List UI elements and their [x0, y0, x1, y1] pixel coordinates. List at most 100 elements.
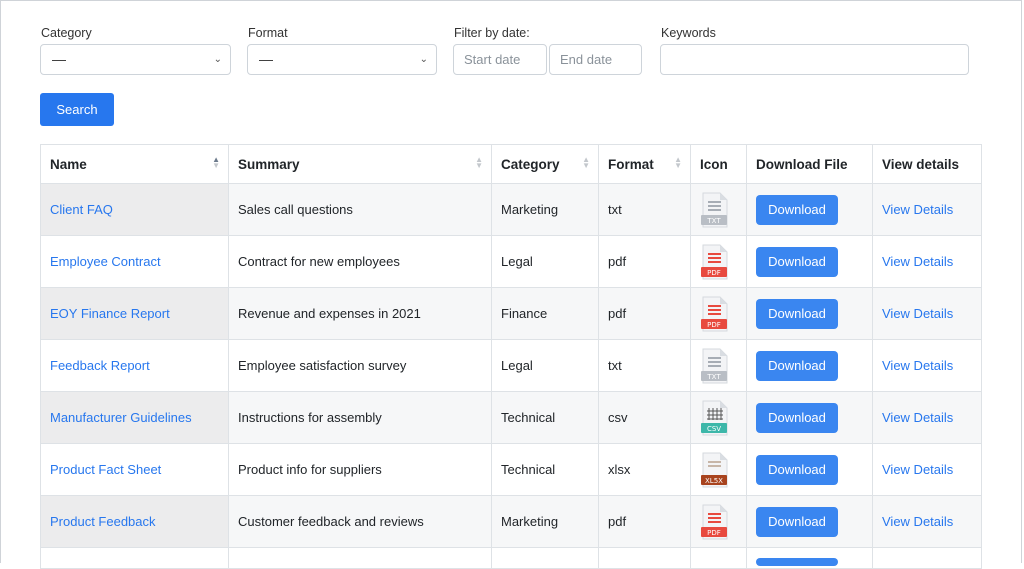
cell-icon	[690, 547, 747, 569]
column-header-summary[interactable]: Summary ▲ ▼	[228, 144, 492, 184]
view-details-link[interactable]: View Details	[882, 306, 953, 321]
table-row: Manufacturer Guidelines Instructions for …	[40, 391, 982, 444]
category-select-value: —	[52, 51, 66, 67]
document-name-link[interactable]: Product Feedback	[50, 514, 156, 529]
view-details-link[interactable]: View Details	[882, 254, 953, 269]
start-date-placeholder: Start date	[464, 52, 521, 67]
column-header-format[interactable]: Format ▲ ▼	[598, 144, 691, 184]
cell-summary: Customer feedback and reviews	[228, 495, 492, 548]
cell-format: csv	[598, 391, 691, 444]
keywords-input[interactable]	[660, 44, 969, 75]
cell-format: xlsx	[598, 443, 691, 496]
cell-icon: PDF	[690, 495, 747, 548]
cell-summary: Sales call questions	[228, 183, 492, 236]
cell-download: Download	[746, 235, 873, 288]
cell-format	[598, 547, 691, 569]
file-icon-label: PDF	[707, 321, 721, 329]
cell-name	[40, 547, 229, 569]
document-name-link[interactable]: Product Fact Sheet	[50, 462, 161, 477]
column-header-category[interactable]: Category ▲ ▼	[491, 144, 599, 184]
cell-download: Download	[746, 443, 873, 496]
cell-name: Feedback Report	[40, 339, 229, 392]
file-icon-label: XL5X	[705, 477, 723, 485]
txt-file-icon: TXT	[700, 348, 737, 384]
download-button[interactable]: Download	[756, 402, 838, 433]
pdf-file-icon: PDF	[700, 296, 737, 332]
download-button[interactable]: Download	[756, 246, 838, 277]
cell-details: View Details	[872, 495, 982, 548]
cell-icon: PDF	[690, 235, 747, 288]
table-row: Client FAQ Sales call questions Marketing t…	[40, 183, 982, 236]
cell-category	[491, 547, 599, 569]
cell-name: Manufacturer Guidelines	[40, 391, 229, 444]
cell-summary: Contract for new employees	[228, 235, 492, 288]
date-filter-label: Filter by date:	[454, 26, 530, 40]
table-header-row: Name ▲ ▼ Summary ▲ ▼ Category ▲ ▼ Format ▲ ▼…	[40, 144, 982, 184]
column-header-icon: Icon	[690, 144, 747, 184]
category-select[interactable]: — ⌄	[40, 44, 231, 75]
cell-details: View Details	[872, 235, 982, 288]
chevron-down-icon: ⌄	[213, 54, 222, 65]
view-details-link[interactable]: View Details	[882, 202, 953, 217]
search-button[interactable]: Search	[40, 93, 114, 126]
cell-category: Technical	[491, 443, 599, 496]
cell-format: txt	[598, 339, 691, 392]
sort-icon: ▲ ▼	[582, 155, 590, 170]
cell-format: pdf	[598, 235, 691, 288]
view-details-link[interactable]: View Details	[882, 358, 953, 373]
cell-format: txt	[598, 183, 691, 236]
txt-file-icon: TXT	[700, 192, 737, 228]
download-button[interactable]: Download	[756, 506, 838, 537]
download-button[interactable]: Download	[756, 454, 838, 485]
keywords-filter-label: Keywords	[661, 26, 716, 40]
documents-table: Name ▲ ▼ Summary ▲ ▼ Category ▲ ▼ Format ▲ ▼…	[40, 144, 982, 569]
column-header-category-label: Category	[501, 156, 560, 172]
document-name-link[interactable]: EOY Finance Report	[50, 306, 170, 321]
cell-download	[746, 547, 873, 569]
cell-summary: Revenue and expenses in 2021	[228, 287, 492, 340]
cell-summary: Instructions for assembly	[228, 391, 492, 444]
cell-download: Download	[746, 391, 873, 444]
column-header-name[interactable]: Name ▲ ▼	[40, 144, 229, 184]
document-name-link[interactable]: Employee Contract	[50, 254, 161, 269]
cell-category: Technical	[491, 391, 599, 444]
cell-download: Download	[746, 183, 873, 236]
format-select[interactable]: — ⌄	[247, 44, 437, 75]
cell-download: Download	[746, 339, 873, 392]
xlsx-file-icon: XL5X	[700, 452, 737, 488]
download-button[interactable]	[756, 557, 838, 566]
document-name-link[interactable]: Feedback Report	[50, 358, 150, 373]
cell-category: Legal	[491, 235, 599, 288]
csv-file-icon: CSV	[700, 400, 737, 436]
cell-name: Employee Contract	[40, 235, 229, 288]
start-date-input[interactable]: Start date	[453, 44, 547, 75]
cell-name: EOY Finance Report	[40, 287, 229, 340]
column-header-details-label: View details	[882, 156, 960, 172]
cell-name: Product Feedback	[40, 495, 229, 548]
cell-name: Product Fact Sheet	[40, 443, 229, 496]
column-header-format-label: Format	[608, 156, 654, 172]
category-filter-label: Category	[41, 26, 92, 40]
download-button[interactable]: Download	[756, 298, 838, 329]
document-name-link[interactable]: Manufacturer Guidelines	[50, 410, 192, 425]
view-details-link[interactable]: View Details	[882, 462, 953, 477]
view-details-link[interactable]: View Details	[882, 410, 953, 425]
cell-details: View Details	[872, 183, 982, 236]
cell-summary	[228, 547, 492, 569]
download-button[interactable]: Download	[756, 350, 838, 381]
view-details-link[interactable]: View Details	[882, 514, 953, 529]
column-header-download-label: Download File	[756, 156, 848, 172]
cell-summary: Employee satisfaction survey	[228, 339, 492, 392]
cell-icon: XL5X	[690, 443, 747, 496]
table-row: Product Fact Sheet Product info for suppl…	[40, 443, 982, 496]
download-button[interactable]: Download	[756, 194, 838, 225]
cell-category: Marketing	[491, 495, 599, 548]
chevron-down-icon: ⌄	[419, 54, 428, 65]
end-date-input[interactable]: End date	[549, 44, 642, 75]
cell-details	[872, 547, 982, 569]
cell-icon: TXT	[690, 339, 747, 392]
sort-icon: ▲ ▼	[212, 155, 220, 170]
column-header-icon-label: Icon	[700, 156, 728, 172]
cell-icon: PDF	[690, 287, 747, 340]
document-name-link[interactable]: Client FAQ	[50, 202, 113, 217]
